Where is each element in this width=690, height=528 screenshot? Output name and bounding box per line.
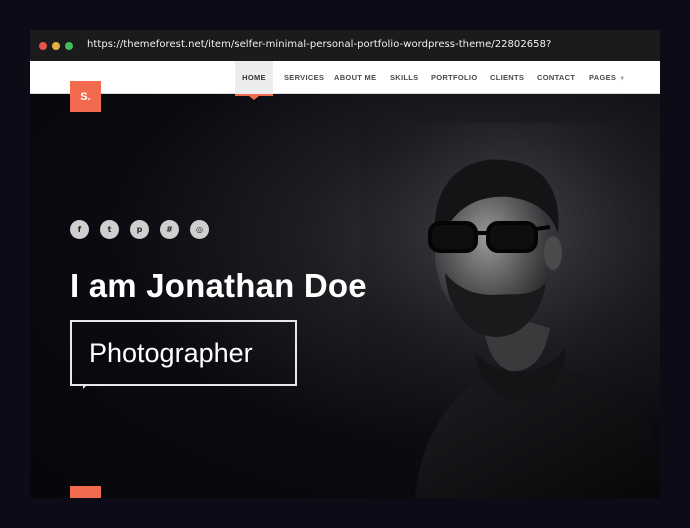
plus-icon: +	[82, 497, 90, 499]
portrait-photo	[360, 123, 660, 498]
instagram-icon[interactable]: ◎	[190, 220, 209, 239]
main-navbar: HOME SERVICES ABOUT ME SKILLS PORTFOLIO …	[30, 61, 660, 94]
slack-icon[interactable]: #	[160, 220, 179, 239]
hero-section: HOME SERVICES ABOUT ME SKILLS PORTFOLIO …	[30, 61, 660, 498]
minimize-window-button[interactable]	[52, 41, 60, 50]
facebook-icon[interactable]: f	[70, 220, 89, 239]
chevron-down-icon: ▼	[619, 76, 626, 82]
nav-home[interactable]: HOME	[235, 61, 273, 94]
nav-skills[interactable]: SKILLS	[390, 61, 418, 94]
hero-role-box: Photographer	[70, 320, 297, 386]
nav-contact[interactable]: CONTACT	[537, 61, 575, 94]
scroll-down-button[interactable]: +	[70, 486, 101, 498]
maximize-window-button[interactable]	[65, 41, 73, 50]
active-nav-caret	[249, 96, 259, 100]
pinterest-icon[interactable]: p	[130, 220, 149, 239]
site-logo[interactable]: S.	[70, 81, 101, 112]
nav-clients[interactable]: CLIENTS	[490, 61, 524, 94]
nav-about-me[interactable]: ABOUT ME	[334, 61, 376, 94]
browser-chrome: https://themeforest.net/item/selfer-mini…	[30, 30, 660, 61]
social-links: f t p # ◎	[70, 220, 209, 239]
hero-role-text: Photographer	[89, 337, 253, 368]
nav-services[interactable]: SERVICES	[284, 61, 324, 94]
hero-headline: I am Jonathan Doe	[70, 267, 367, 304]
close-window-button[interactable]	[39, 41, 47, 50]
role-box-tail	[83, 384, 88, 389]
nav-portfolio[interactable]: PORTFOLIO	[431, 61, 477, 94]
address-bar-url[interactable]: https://themeforest.net/item/selfer-mini…	[87, 39, 551, 50]
nav-pages-label: PAGES	[589, 73, 617, 82]
twitter-icon[interactable]: t	[100, 220, 119, 239]
nav-pages[interactable]: PAGES ▼	[589, 61, 625, 94]
browser-window: https://themeforest.net/item/selfer-mini…	[30, 30, 660, 498]
